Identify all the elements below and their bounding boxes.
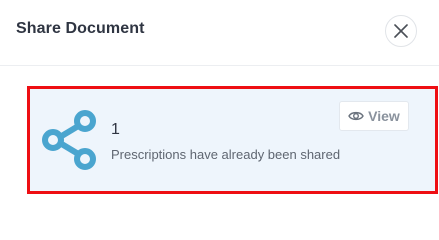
close-button[interactable] — [385, 15, 417, 47]
shared-message: Prescriptions have already been shared — [111, 147, 341, 162]
shared-count: 1 — [111, 121, 120, 138]
shared-prescriptions-card: 1 Prescriptions have already been shared… — [30, 89, 435, 191]
view-button[interactable]: View — [339, 101, 409, 131]
close-icon — [394, 24, 408, 38]
share-document-dialog: Share Document 1 Prescriptions have alre… — [0, 0, 439, 208]
share-icon — [42, 110, 96, 170]
dialog-header: Share Document — [0, 0, 439, 66]
eye-icon — [348, 111, 364, 121]
view-button-label: View — [368, 108, 400, 124]
dialog-title: Share Document — [16, 20, 145, 37]
